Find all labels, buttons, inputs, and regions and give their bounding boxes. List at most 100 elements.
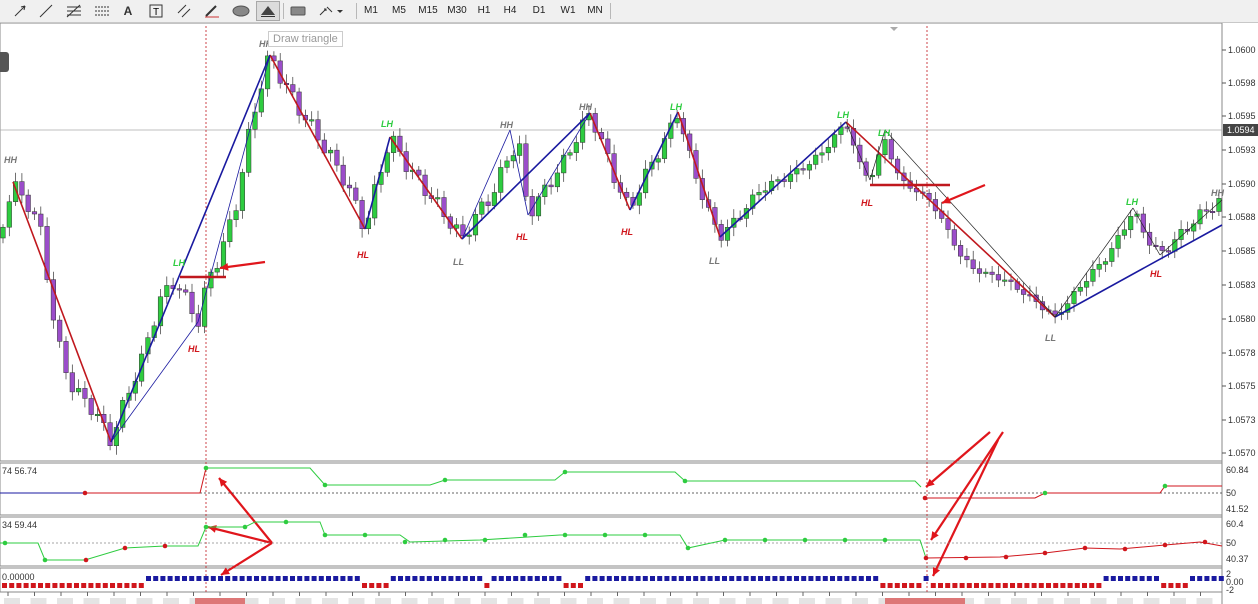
ind2-dot <box>762 537 768 543</box>
tf-h1[interactable]: H1 <box>473 1 495 21</box>
time-label <box>163 598 179 604</box>
tf-m5[interactable]: M5 <box>387 1 411 21</box>
signal-bear <box>916 583 922 588</box>
tf-m15[interactable]: M15 <box>414 1 442 21</box>
candle-bullish <box>466 234 472 237</box>
time-label <box>1196 598 1213 604</box>
signal-bull <box>405 576 411 581</box>
signal-bull <box>167 576 173 581</box>
signal-bear <box>117 583 123 588</box>
signal-bull <box>182 576 187 581</box>
signal-bull <box>729 576 735 581</box>
signal-bull <box>635 576 641 581</box>
tf-h4[interactable]: H4 <box>499 1 521 21</box>
rectangle-icon[interactable] <box>286 1 310 21</box>
signal-bull <box>1139 576 1145 581</box>
fibonacci-icon[interactable] <box>62 1 86 21</box>
time-label <box>110 598 126 604</box>
candle-bearish <box>346 184 353 189</box>
tf-m30[interactable]: M30 <box>443 1 471 21</box>
tf-d1[interactable]: D1 <box>528 1 550 21</box>
pencil-icon[interactable] <box>200 1 224 21</box>
signal-bear <box>1089 583 1095 588</box>
candle-bullish <box>1090 269 1096 282</box>
time-axis <box>4 592 1213 604</box>
signal-bear <box>902 583 907 588</box>
candle-bullish <box>491 192 497 206</box>
arrows-icon[interactable] <box>316 1 346 21</box>
signal-bear <box>570 583 576 588</box>
signal-bull <box>556 576 562 581</box>
candle-bearish <box>951 229 957 246</box>
ind2-dot <box>442 537 448 543</box>
candle-bearish <box>82 388 88 399</box>
signal-bull <box>808 576 814 581</box>
ind2-dot <box>685 545 691 551</box>
signal-bull <box>714 576 720 581</box>
candle-bearish <box>38 213 44 227</box>
candle-bearish <box>1159 246 1165 251</box>
candle-bullish <box>1102 261 1109 265</box>
ind1-dot <box>922 495 928 501</box>
tf-m1[interactable]: M1 <box>360 1 382 21</box>
price-axis: 1.0600 1.0598 1.0595 1.0593 1.0590 1.0588 1.05… <box>1222 45 1258 458</box>
candle-bullish <box>876 154 882 176</box>
candle-bullish <box>832 134 838 148</box>
ind2-dot <box>802 537 808 543</box>
price-chart[interactable]: HHHHHHHHHHLHLHLHLHLHLHHLHLHL HLHLHLLL LLLL… <box>0 23 1258 604</box>
signal-bear <box>38 583 43 588</box>
candle-bearish <box>290 84 296 93</box>
signal-bull <box>549 576 555 581</box>
signal-bull <box>153 576 159 581</box>
signal-bear <box>66 583 72 588</box>
swing-label-ll: LL <box>709 256 720 266</box>
signal-bear <box>981 583 987 588</box>
swing-label-hl: HL <box>861 198 873 208</box>
signal-bull <box>1197 576 1203 581</box>
triangle-icon[interactable] <box>256 1 280 21</box>
candle-bearish <box>25 194 31 212</box>
time-label <box>587 598 603 604</box>
price-label: 1.0588 <box>1228 212 1256 222</box>
time-label <box>534 598 550 604</box>
ind1-dot <box>682 478 688 484</box>
toolbar-separator <box>356 3 357 19</box>
candle-bullish <box>220 241 227 269</box>
candle-bullish <box>435 197 441 200</box>
candle-bearish <box>63 341 69 373</box>
signal-bear <box>88 583 94 588</box>
time-label-highlight <box>195 598 245 604</box>
time-label <box>1143 598 1160 604</box>
time-label <box>799 598 815 604</box>
ind1-dot <box>203 465 209 471</box>
ind2-dot <box>2 540 8 546</box>
swing-label-lh: LH <box>878 128 890 138</box>
candle-bullish <box>1077 286 1083 292</box>
text-icon[interactable]: A <box>116 1 140 21</box>
fibo-fan-icon[interactable] <box>90 1 114 21</box>
signal-bear <box>131 583 137 588</box>
signal-bull <box>700 576 706 581</box>
signal-bear <box>1024 583 1030 588</box>
cursor-icon[interactable] <box>8 1 32 21</box>
signal-bull <box>282 576 288 581</box>
ellipse-icon[interactable] <box>229 1 253 21</box>
swing-label-hh: HH <box>500 120 513 130</box>
candle-bullish <box>573 142 579 153</box>
signal-bull <box>491 576 497 581</box>
signal-bear <box>1038 583 1044 588</box>
ind1-dot <box>1042 490 1048 496</box>
channel-icon[interactable] <box>172 1 196 21</box>
text-label-icon[interactable]: T <box>144 1 168 21</box>
line-icon[interactable] <box>34 1 58 21</box>
time-label <box>825 598 842 604</box>
ind2-dot <box>203 524 209 530</box>
candle-bullish <box>983 271 989 274</box>
tf-w1[interactable]: W1 <box>556 1 580 21</box>
chart-scroll-button[interactable] <box>0 52 9 72</box>
signal-bull <box>290 576 295 581</box>
tf-mn[interactable]: MN <box>584 1 606 21</box>
signal-bull <box>815 576 821 581</box>
candle-bearish <box>183 289 189 293</box>
time-label <box>136 598 153 604</box>
